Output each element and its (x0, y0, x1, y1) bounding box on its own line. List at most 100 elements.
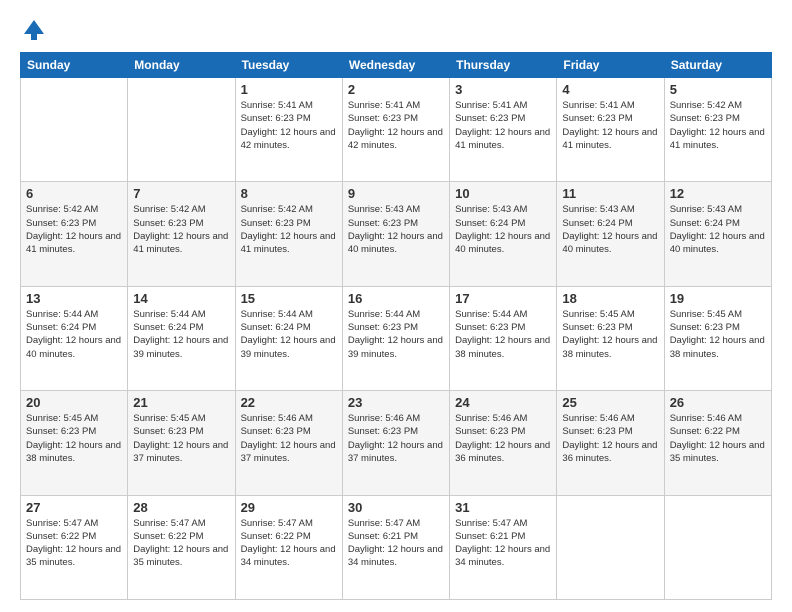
day-info: Sunrise: 5:44 AM Sunset: 6:23 PM Dayligh… (348, 308, 444, 361)
calendar-day-cell: 30 Sunrise: 5:47 AM Sunset: 6:21 PM Dayli… (342, 495, 449, 599)
day-number: 10 (455, 186, 551, 201)
day-number: 20 (26, 395, 122, 410)
day-info: Sunrise: 5:43 AM Sunset: 6:23 PM Dayligh… (348, 203, 444, 256)
day-number: 31 (455, 500, 551, 515)
calendar-day-cell: 28 Sunrise: 5:47 AM Sunset: 6:22 PM Dayli… (128, 495, 235, 599)
header (20, 16, 772, 44)
day-number: 16 (348, 291, 444, 306)
day-info: Sunrise: 5:45 AM Sunset: 6:23 PM Dayligh… (26, 412, 122, 465)
day-info: Sunrise: 5:44 AM Sunset: 6:23 PM Dayligh… (455, 308, 551, 361)
day-number: 19 (670, 291, 766, 306)
calendar-day-cell: 6 Sunrise: 5:42 AM Sunset: 6:23 PM Daylig… (21, 182, 128, 286)
calendar-body: 1 Sunrise: 5:41 AM Sunset: 6:23 PM Daylig… (21, 78, 772, 600)
calendar-day-cell: 3 Sunrise: 5:41 AM Sunset: 6:23 PM Daylig… (450, 78, 557, 182)
day-info: Sunrise: 5:41 AM Sunset: 6:23 PM Dayligh… (241, 99, 337, 152)
calendar-day-cell: 21 Sunrise: 5:45 AM Sunset: 6:23 PM Dayli… (128, 391, 235, 495)
day-number: 3 (455, 82, 551, 97)
calendar-week-row: 13 Sunrise: 5:44 AM Sunset: 6:24 PM Dayli… (21, 286, 772, 390)
day-number: 6 (26, 186, 122, 201)
day-info: Sunrise: 5:44 AM Sunset: 6:24 PM Dayligh… (133, 308, 229, 361)
calendar-day-cell: 31 Sunrise: 5:47 AM Sunset: 6:21 PM Dayli… (450, 495, 557, 599)
day-info: Sunrise: 5:43 AM Sunset: 6:24 PM Dayligh… (670, 203, 766, 256)
day-info: Sunrise: 5:42 AM Sunset: 6:23 PM Dayligh… (241, 203, 337, 256)
day-number: 21 (133, 395, 229, 410)
day-info: Sunrise: 5:41 AM Sunset: 6:23 PM Dayligh… (455, 99, 551, 152)
day-number: 9 (348, 186, 444, 201)
day-info: Sunrise: 5:47 AM Sunset: 6:21 PM Dayligh… (455, 517, 551, 570)
day-number: 24 (455, 395, 551, 410)
calendar-table: SundayMondayTuesdayWednesdayThursdayFrid… (20, 52, 772, 600)
day-number: 5 (670, 82, 766, 97)
calendar-day-cell: 14 Sunrise: 5:44 AM Sunset: 6:24 PM Dayli… (128, 286, 235, 390)
day-number: 30 (348, 500, 444, 515)
day-number: 25 (562, 395, 658, 410)
logo-icon (20, 16, 48, 44)
day-number: 26 (670, 395, 766, 410)
day-info: Sunrise: 5:44 AM Sunset: 6:24 PM Dayligh… (26, 308, 122, 361)
day-number: 22 (241, 395, 337, 410)
calendar-header-row: SundayMondayTuesdayWednesdayThursdayFrid… (21, 53, 772, 78)
day-info: Sunrise: 5:47 AM Sunset: 6:22 PM Dayligh… (26, 517, 122, 570)
calendar-day-cell: 11 Sunrise: 5:43 AM Sunset: 6:24 PM Dayli… (557, 182, 664, 286)
day-number: 29 (241, 500, 337, 515)
page: SundayMondayTuesdayWednesdayThursdayFrid… (0, 0, 792, 612)
calendar-day-cell: 9 Sunrise: 5:43 AM Sunset: 6:23 PM Daylig… (342, 182, 449, 286)
day-of-week-header: Wednesday (342, 53, 449, 78)
logo (20, 16, 52, 44)
calendar-day-cell: 29 Sunrise: 5:47 AM Sunset: 6:22 PM Dayli… (235, 495, 342, 599)
day-number: 27 (26, 500, 122, 515)
day-of-week-header: Monday (128, 53, 235, 78)
day-of-week-header: Thursday (450, 53, 557, 78)
day-info: Sunrise: 5:45 AM Sunset: 6:23 PM Dayligh… (670, 308, 766, 361)
day-info: Sunrise: 5:47 AM Sunset: 6:22 PM Dayligh… (241, 517, 337, 570)
day-info: Sunrise: 5:46 AM Sunset: 6:23 PM Dayligh… (241, 412, 337, 465)
day-number: 18 (562, 291, 658, 306)
calendar-week-row: 27 Sunrise: 5:47 AM Sunset: 6:22 PM Dayli… (21, 495, 772, 599)
day-number: 13 (26, 291, 122, 306)
calendar-day-cell: 12Sunrise: 5:43 AM Sunset: 6:24 PM Dayli… (664, 182, 771, 286)
calendar-day-cell: 24 Sunrise: 5:46 AM Sunset: 6:23 PM Dayli… (450, 391, 557, 495)
calendar-day-cell: 4Sunrise: 5:41 AM Sunset: 6:23 PM Daylig… (557, 78, 664, 182)
calendar-day-cell: 7 Sunrise: 5:42 AM Sunset: 6:23 PM Daylig… (128, 182, 235, 286)
calendar-day-cell: 27 Sunrise: 5:47 AM Sunset: 6:22 PM Dayli… (21, 495, 128, 599)
day-info: Sunrise: 5:41 AM Sunset: 6:23 PM Dayligh… (562, 99, 658, 152)
day-number: 2 (348, 82, 444, 97)
day-number: 8 (241, 186, 337, 201)
calendar-day-cell: 1 Sunrise: 5:41 AM Sunset: 6:23 PM Daylig… (235, 78, 342, 182)
day-number: 17 (455, 291, 551, 306)
day-number: 7 (133, 186, 229, 201)
day-info: Sunrise: 5:43 AM Sunset: 6:24 PM Dayligh… (455, 203, 551, 256)
calendar-week-row: 6 Sunrise: 5:42 AM Sunset: 6:23 PM Daylig… (21, 182, 772, 286)
day-number: 14 (133, 291, 229, 306)
day-number: 11 (562, 186, 658, 201)
calendar-day-cell: 5 Sunrise: 5:42 AM Sunset: 6:23 PM Daylig… (664, 78, 771, 182)
calendar-day-cell: 13 Sunrise: 5:44 AM Sunset: 6:24 PM Dayli… (21, 286, 128, 390)
calendar-day-cell: 15Sunrise: 5:44 AM Sunset: 6:24 PM Dayli… (235, 286, 342, 390)
day-number: 1 (241, 82, 337, 97)
day-number: 28 (133, 500, 229, 515)
calendar-day-cell (664, 495, 771, 599)
calendar-day-cell: 25 Sunrise: 5:46 AM Sunset: 6:23 PM Dayli… (557, 391, 664, 495)
day-number: 23 (348, 395, 444, 410)
calendar-day-cell: 2Sunrise: 5:41 AM Sunset: 6:23 PM Daylig… (342, 78, 449, 182)
day-info: Sunrise: 5:42 AM Sunset: 6:23 PM Dayligh… (26, 203, 122, 256)
calendar-day-cell: 26Sunrise: 5:46 AM Sunset: 6:22 PM Dayli… (664, 391, 771, 495)
calendar-day-cell (557, 495, 664, 599)
calendar-week-row: 1 Sunrise: 5:41 AM Sunset: 6:23 PM Daylig… (21, 78, 772, 182)
day-info: Sunrise: 5:46 AM Sunset: 6:23 PM Dayligh… (455, 412, 551, 465)
day-info: Sunrise: 5:47 AM Sunset: 6:21 PM Dayligh… (348, 517, 444, 570)
calendar-day-cell: 19 Sunrise: 5:45 AM Sunset: 6:23 PM Dayli… (664, 286, 771, 390)
day-info: Sunrise: 5:42 AM Sunset: 6:23 PM Dayligh… (670, 99, 766, 152)
calendar-day-cell: 17 Sunrise: 5:44 AM Sunset: 6:23 PM Dayli… (450, 286, 557, 390)
day-info: Sunrise: 5:46 AM Sunset: 6:23 PM Dayligh… (562, 412, 658, 465)
calendar-day-cell: 10 Sunrise: 5:43 AM Sunset: 6:24 PM Dayli… (450, 182, 557, 286)
calendar-day-cell: 8 Sunrise: 5:42 AM Sunset: 6:23 PM Daylig… (235, 182, 342, 286)
day-info: Sunrise: 5:42 AM Sunset: 6:23 PM Dayligh… (133, 203, 229, 256)
day-info: Sunrise: 5:45 AM Sunset: 6:23 PM Dayligh… (133, 412, 229, 465)
calendar-day-cell: 22 Sunrise: 5:46 AM Sunset: 6:23 PM Dayli… (235, 391, 342, 495)
day-info: Sunrise: 5:43 AM Sunset: 6:24 PM Dayligh… (562, 203, 658, 256)
calendar-day-cell: 23Sunrise: 5:46 AM Sunset: 6:23 PM Dayli… (342, 391, 449, 495)
day-info: Sunrise: 5:45 AM Sunset: 6:23 PM Dayligh… (562, 308, 658, 361)
day-info: Sunrise: 5:47 AM Sunset: 6:22 PM Dayligh… (133, 517, 229, 570)
calendar-week-row: 20 Sunrise: 5:45 AM Sunset: 6:23 PM Dayli… (21, 391, 772, 495)
